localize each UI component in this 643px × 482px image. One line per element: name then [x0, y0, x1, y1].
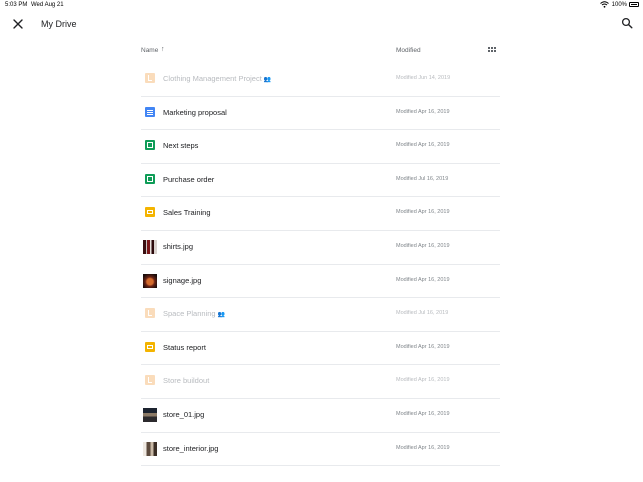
file-name: Store buildout	[163, 376, 210, 386]
status-date: Wed Aug 21	[31, 2, 64, 8]
file-name: store_01.jpg	[163, 409, 205, 419]
shared-icon: 👥	[263, 77, 272, 83]
image-thumbnail	[143, 239, 157, 254]
file-list: Clothing Management Project 👥 Modified Ju…	[141, 63, 500, 467]
file-modified: Modified Apr 16, 2019	[396, 276, 450, 283]
folder-icon	[145, 308, 155, 319]
status-time: 5:03 PM	[5, 2, 28, 8]
folder-icon	[145, 375, 155, 386]
file-modified: Modified Jun 14, 2019	[396, 75, 451, 81]
image-thumbnail	[143, 273, 157, 288]
file-modified: Modified Apr 16, 2019	[396, 377, 450, 384]
list-item[interactable]: store_01.jpg Modified Apr 16, 2019	[141, 399, 500, 433]
file-modified: Modified Apr 16, 2019	[396, 142, 450, 149]
file-modified: Modified Apr 16, 2019	[396, 242, 450, 249]
file-name: Status report	[163, 342, 206, 352]
list-item[interactable]: signage.jpg Modified Apr 16, 2019	[141, 265, 500, 299]
battery-icon	[629, 2, 639, 7]
list-item[interactable]: Store buildout Modified Apr 16, 2019	[141, 365, 500, 399]
list-item[interactable]: shirts.jpg Modified Apr 16, 2019	[141, 231, 500, 265]
list-item[interactable]: Marketing proposal Modified Apr 16, 2019	[141, 97, 500, 131]
file-name: Sales Training	[163, 208, 211, 218]
file-modified: Modified Apr 16, 2019	[396, 108, 450, 115]
modified-column-header[interactable]: Modified	[396, 47, 421, 54]
list-item[interactable]: Space Planning 👥 Modified Jul 16, 2019	[141, 298, 500, 332]
file-modified: Modified Apr 16, 2019	[396, 343, 450, 350]
image-thumbnail	[143, 407, 157, 422]
list-item[interactable]: Status report Modified Apr 16, 2019	[141, 332, 500, 366]
list-header: Name ↑ Modified	[141, 44, 500, 60]
slide-icon	[145, 207, 155, 218]
list-item[interactable]: Next steps Modified Apr 16, 2019	[141, 130, 500, 164]
app-toolbar: My Drive	[0, 12, 643, 38]
file-name: signage.jpg	[163, 275, 202, 285]
file-modified: Modified Jul 16, 2019	[396, 310, 449, 317]
page-title: My Drive	[41, 19, 77, 29]
folder-icon	[145, 73, 155, 83]
list-item[interactable]: Clothing Management Project 👥 Modified Ju…	[141, 63, 500, 97]
list-item[interactable]: store_interior.jpg Modified Apr 16, 2019	[141, 433, 500, 467]
sheet-icon	[145, 173, 155, 184]
file-name: Next steps	[163, 141, 199, 151]
sort-by-name-button[interactable]: Name	[141, 47, 158, 54]
status-bar: 5:03 PM Wed Aug 21 100%	[0, 0, 643, 12]
sort-arrow-icon[interactable]: ↑	[161, 46, 165, 53]
close-icon[interactable]	[12, 18, 24, 30]
search-icon[interactable]	[621, 17, 633, 29]
file-name: store_interior.jpg	[163, 443, 219, 453]
list-item[interactable]: Purchase order Modified Jul 16, 2019	[141, 164, 500, 198]
grid-view-icon[interactable]	[488, 47, 496, 55]
file-name: Space Planning 👥	[163, 309, 226, 319]
file-name: shirts.jpg	[163, 241, 194, 251]
image-thumbnail	[143, 441, 157, 456]
file-name: Marketing proposal	[163, 107, 227, 117]
slide-icon	[145, 341, 155, 352]
sheet-icon	[145, 140, 155, 151]
file-name: Clothing Management Project 👥	[163, 74, 272, 83]
list-item[interactable]: Sales Training Modified Apr 16, 2019	[141, 197, 500, 231]
shared-icon: 👥	[217, 312, 226, 319]
file-modified: Modified Apr 16, 2019	[396, 444, 450, 451]
wifi-icon	[600, 1, 609, 8]
file-name: Purchase order	[163, 174, 215, 184]
doc-icon	[145, 106, 155, 117]
battery-percentage: 100%	[611, 2, 627, 8]
file-modified: Modified Apr 16, 2019	[396, 410, 450, 417]
file-modified: Modified Jul 16, 2019	[396, 175, 449, 182]
file-modified: Modified Apr 16, 2019	[396, 209, 450, 216]
